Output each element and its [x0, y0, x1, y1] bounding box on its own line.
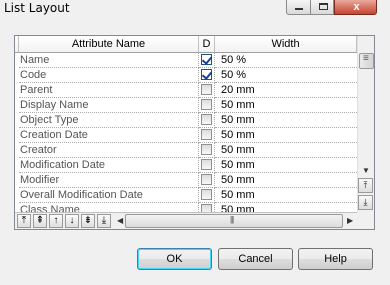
scroll-corner	[357, 212, 374, 229]
display-cell	[199, 98, 215, 113]
display-cell	[199, 143, 215, 158]
display-checkbox[interactable]	[201, 144, 212, 155]
width-cell[interactable]: 50 mm	[215, 143, 357, 158]
column-header-display[interactable]: D	[199, 36, 215, 53]
vertical-scroll-thumb[interactable]	[359, 53, 374, 69]
attribute-name-cell[interactable]: Display Name	[19, 98, 199, 113]
attribute-name-cell[interactable]: Modifier	[19, 173, 199, 188]
move-page-down-button[interactable]: ⇟	[81, 214, 95, 228]
display-checkbox[interactable]	[201, 129, 212, 140]
move-toolbar: ⤒ ⇞ ↑ ↓ ⇟ ⤓ ◀ ▶	[15, 212, 357, 229]
attribute-grid: Attribute Name D Width Name 50 % Code 50 % P…	[14, 35, 375, 230]
move-top-button[interactable]: ⤒	[17, 214, 31, 228]
table-row[interactable]: Overall Modification Date 50 mm	[15, 188, 357, 203]
display-checkbox[interactable]	[201, 99, 212, 110]
attribute-name-cell[interactable]: Overall Modification Date	[19, 188, 199, 203]
table-row[interactable]: Display Name 50 mm	[15, 98, 357, 113]
attribute-name-cell[interactable]: Name	[19, 53, 199, 68]
width-cell[interactable]: 50 mm	[215, 113, 357, 128]
column-header-width[interactable]: Width	[215, 36, 357, 53]
attribute-name-cell[interactable]: Code	[19, 68, 199, 83]
move-down-button[interactable]: ↓	[65, 214, 79, 228]
table-row[interactable]: Creator 50 mm	[15, 143, 357, 158]
table-row[interactable]: Creation Date 50 mm	[15, 128, 357, 143]
display-cell	[199, 128, 215, 143]
attribute-name-cell[interactable]: Creation Date	[19, 128, 199, 143]
scroll-top-button[interactable]: ⤒	[358, 178, 373, 193]
table-row[interactable]: Modification Date 50 mm	[15, 158, 357, 173]
cancel-button[interactable]: Cancel	[218, 248, 293, 270]
attribute-name-cell[interactable]: Object Type	[19, 113, 199, 128]
table-row[interactable]: Modifier 50 mm	[15, 173, 357, 188]
display-checkbox[interactable]	[201, 159, 212, 170]
scroll-down-arrow-icon[interactable]: ▼	[362, 166, 370, 175]
width-cell[interactable]: 50 %	[215, 68, 357, 83]
width-cell[interactable]: 50 mm	[215, 158, 357, 173]
width-cell[interactable]: 20 mm	[215, 83, 357, 98]
width-cell[interactable]: 50 mm	[215, 173, 357, 188]
scroll-left-arrow-icon[interactable]: ◀	[117, 216, 123, 225]
table-row[interactable]: Name 50 %	[15, 53, 357, 68]
display-checkbox[interactable]	[201, 69, 212, 80]
display-checkbox[interactable]	[201, 189, 212, 200]
width-cell[interactable]: 50 %	[215, 53, 357, 68]
attribute-name-cell[interactable]: Parent	[19, 83, 199, 98]
display-checkbox[interactable]	[201, 84, 212, 95]
maximize-icon	[319, 3, 328, 10]
display-cell	[199, 83, 215, 98]
title-bar: List Layout x	[0, 0, 390, 17]
maximize-button[interactable]	[310, 0, 334, 15]
ok-button[interactable]: OK	[137, 248, 212, 270]
display-checkbox[interactable]	[201, 54, 212, 65]
window-title: List Layout	[4, 1, 70, 15]
move-bottom-button[interactable]: ⤓	[97, 214, 111, 228]
minimize-button[interactable]	[286, 0, 310, 15]
horizontal-scrollbar[interactable]: ◀ ▶	[115, 213, 357, 229]
display-cell	[199, 68, 215, 83]
close-icon: x	[353, 1, 360, 13]
scroll-bottom-button[interactable]: ⤓	[358, 195, 373, 210]
attribute-name-cell[interactable]: Creator	[19, 143, 199, 158]
table-row[interactable]: Parent 20 mm	[15, 83, 357, 98]
close-button[interactable]: x	[334, 0, 377, 15]
width-cell[interactable]: 50 mm	[215, 98, 357, 113]
display-checkbox[interactable]	[201, 174, 212, 185]
display-cell	[199, 188, 215, 203]
display-cell	[199, 113, 215, 128]
display-cell	[199, 53, 215, 68]
horizontal-scroll-thumb[interactable]	[125, 214, 343, 228]
table-row[interactable]: Code 50 %	[15, 68, 357, 83]
minimize-icon	[295, 8, 303, 10]
display-checkbox[interactable]	[201, 114, 212, 125]
display-cell	[199, 173, 215, 188]
move-up-button[interactable]: ↑	[49, 214, 63, 228]
column-header-attribute-name[interactable]: Attribute Name	[19, 36, 199, 53]
display-cell	[199, 158, 215, 173]
scroll-right-arrow-icon[interactable]: ▶	[347, 216, 353, 225]
attribute-name-cell[interactable]: Modification Date	[19, 158, 199, 173]
table-row[interactable]: Object Type 50 mm	[15, 113, 357, 128]
width-cell[interactable]: 50 mm	[215, 128, 357, 143]
help-button[interactable]: Help	[298, 248, 373, 270]
move-page-up-button[interactable]: ⇞	[33, 214, 47, 228]
width-cell[interactable]: 50 mm	[215, 188, 357, 203]
